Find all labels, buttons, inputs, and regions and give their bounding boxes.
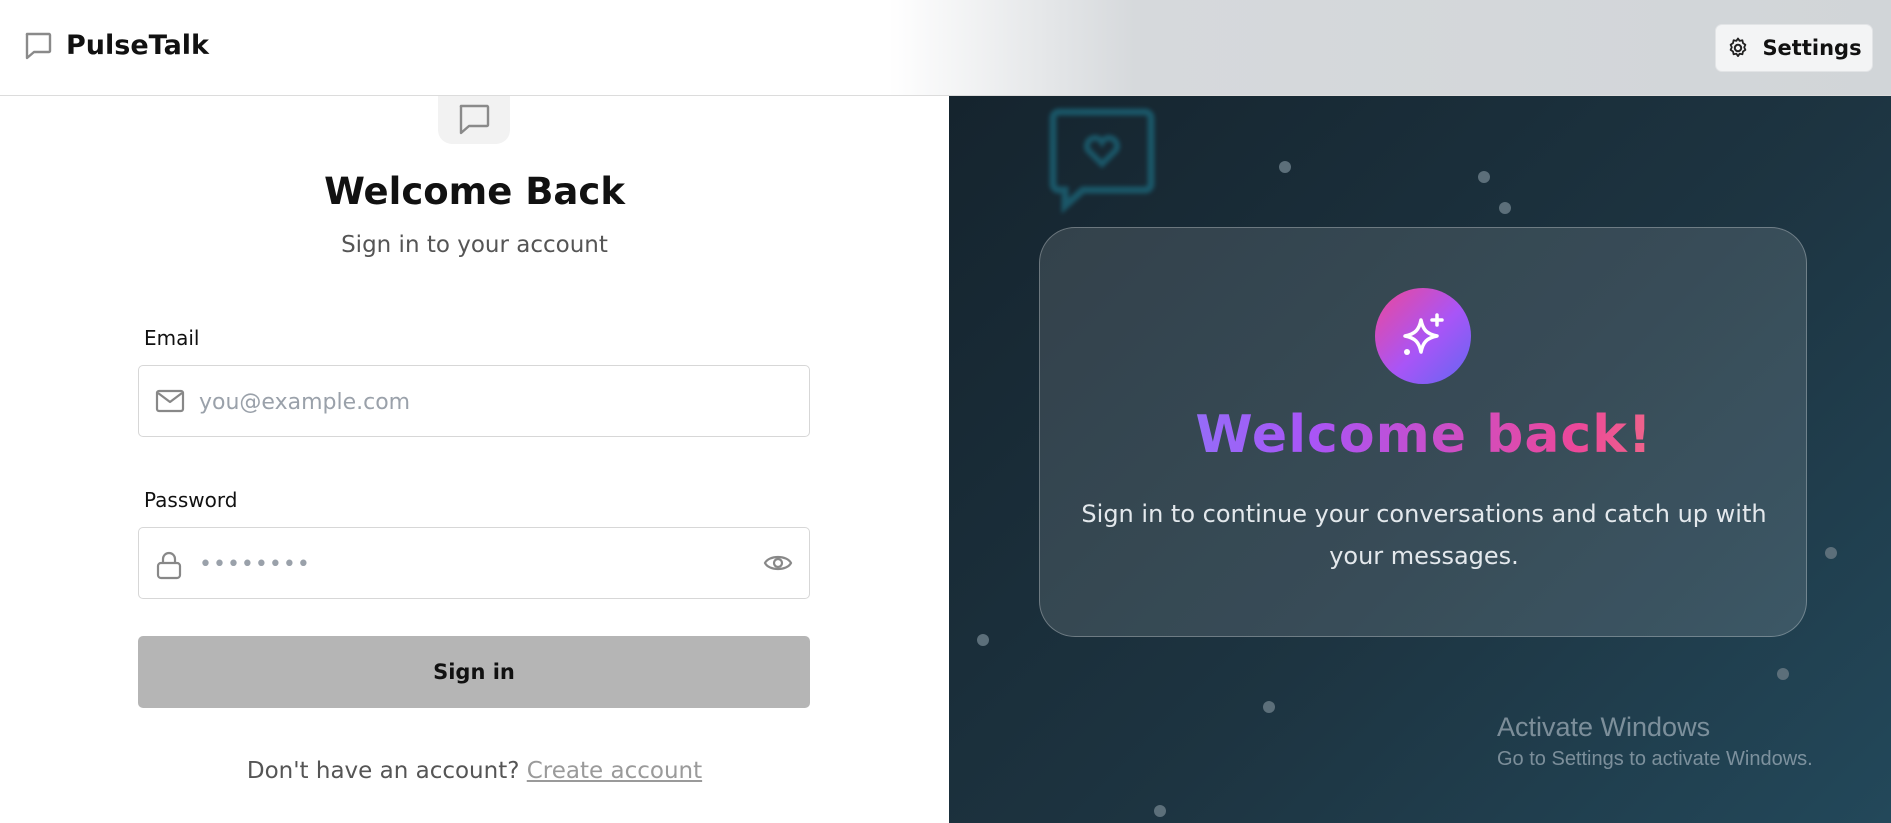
activate-windows-watermark: Activate Windows Go to Settings to activ… <box>1497 710 1813 774</box>
app-header: PulseTalk Settings <box>0 0 1891 96</box>
gear-icon <box>1730 37 1747 57</box>
settings-label: Settings <box>1762 36 1862 60</box>
password-input[interactable] <box>199 544 759 584</box>
settings-button[interactable]: Settings <box>1715 24 1873 72</box>
heart-chat-icon <box>1049 108 1155 214</box>
app-name: PulseTalk <box>66 30 210 61</box>
email-input[interactable] <box>199 382 759 422</box>
form-logo-box <box>438 96 510 144</box>
chat-bubble-icon <box>459 104 490 135</box>
lock-icon <box>156 551 182 580</box>
signup-prompt-line: Don't have an account? Create account <box>0 758 949 784</box>
sign-in-button[interactable]: Sign in <box>138 636 810 708</box>
signup-prompt: Don't have an account? <box>246 758 520 784</box>
create-account-link[interactable]: Create account <box>527 758 702 784</box>
page-subtitle: Sign in to your account <box>341 232 608 258</box>
sparkles-icon <box>1403 313 1444 355</box>
password-label: Password <box>144 488 238 512</box>
chat-bubble-icon <box>25 32 52 59</box>
promo-text: Sign in to continue your conversations a… <box>1081 500 1767 570</box>
eye-icon[interactable] <box>763 550 793 576</box>
mail-icon <box>155 389 185 413</box>
promo-panel: Welcome back! Sign in to continue your c… <box>949 96 1891 823</box>
decor-dot <box>1825 547 1837 559</box>
decor-dot <box>1478 171 1490 183</box>
decor-dot <box>1499 202 1511 214</box>
promo-title: Welcome back! <box>1040 405 1808 465</box>
password-field-box[interactable] <box>138 527 810 599</box>
page-title: Welcome Back <box>324 170 625 213</box>
decor-dot <box>1154 805 1166 817</box>
activate-windows-title: Activate Windows <box>1497 712 1711 742</box>
decor-dot <box>977 634 989 646</box>
email-field-box[interactable] <box>138 365 810 437</box>
activate-windows-subtitle: Go to Settings to activate Windows. <box>1497 748 1813 770</box>
decor-dot <box>1263 701 1275 713</box>
sparkle-badge <box>1375 288 1471 384</box>
decor-dot <box>1777 668 1789 680</box>
welcome-card: Welcome back! Sign in to continue your c… <box>1039 227 1807 637</box>
email-label: Email <box>144 326 200 350</box>
decor-dot <box>1279 161 1291 173</box>
brand[interactable]: PulseTalk <box>24 30 209 61</box>
